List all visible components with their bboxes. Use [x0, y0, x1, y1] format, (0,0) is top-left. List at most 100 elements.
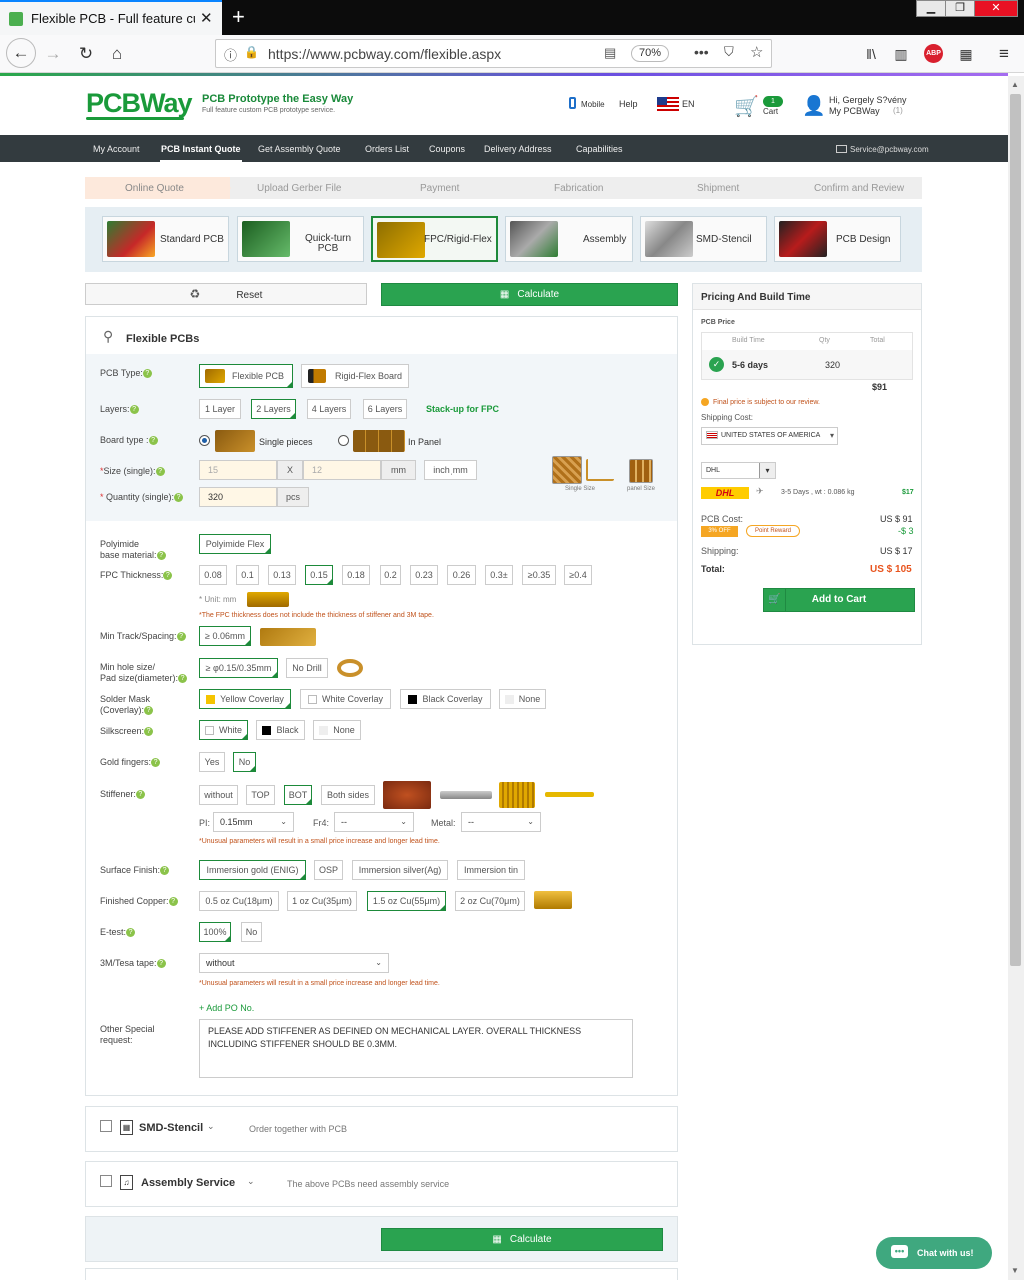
nav-delivery-address[interactable]: Delivery Address	[484, 144, 552, 154]
thickness-option[interactable]: ≥0.4	[564, 565, 592, 585]
stiffener-without[interactable]: without	[199, 785, 238, 805]
cat-assembly[interactable]: Assembly	[505, 216, 633, 262]
layer-4[interactable]: 4 Layers	[307, 399, 351, 419]
help-link[interactable]: Help	[619, 99, 638, 109]
chevron-down-icon[interactable]: ⌄	[207, 1121, 215, 1132]
adblock-icon[interactable]: ABP	[924, 44, 943, 63]
thickness-option[interactable]: 0.26	[447, 565, 476, 585]
fr4-select[interactable]: -- ⌄	[334, 812, 414, 832]
layer-2[interactable]: 2 Layers	[251, 399, 296, 419]
point-reward-badge[interactable]: Point Reward	[746, 525, 800, 537]
copper-1oz[interactable]: 1 oz Cu(35μm)	[287, 891, 357, 911]
home-icon[interactable]: ⌂	[104, 42, 130, 66]
mobile-link[interactable]: Mobile	[581, 100, 605, 109]
thickness-option[interactable]: 0.08	[199, 565, 227, 585]
service-email[interactable]: Service@pcbway.com	[850, 145, 929, 154]
info-icon[interactable]: ⓘ	[224, 45, 237, 64]
thickness-option[interactable]: 0.1	[236, 565, 259, 585]
add-to-cart-button[interactable]: 🛒 Add to Cart	[763, 588, 915, 612]
no-drill-option[interactable]: No Drill	[286, 658, 328, 678]
etest-no[interactable]: No	[241, 922, 262, 942]
nav-orders-list[interactable]: Orders List	[365, 144, 409, 154]
board-panel-radio[interactable]	[338, 435, 349, 446]
assembly-checkbox[interactable]	[100, 1175, 112, 1187]
nav-capabilities[interactable]: Capabilities	[576, 144, 623, 154]
track-option[interactable]: ≥ 0.06mm	[199, 626, 251, 646]
calculate-button[interactable]: ▦ Calculate	[381, 283, 678, 306]
carrier-select[interactable]: DHL ▾	[701, 462, 776, 479]
cart-link[interactable]: Cart	[763, 107, 778, 116]
copper-0-5oz[interactable]: 0.5 oz Cu(18μm)	[199, 891, 279, 911]
nav-coupons[interactable]: Coupons	[429, 144, 465, 154]
thickness-option[interactable]: 0.18	[342, 565, 370, 585]
finish-silver[interactable]: Immersion silver(Ag)	[352, 860, 448, 880]
reset-button[interactable]: ♻ Reset	[85, 283, 367, 305]
cat-quick-turn-pcb[interactable]: Quick-turn PCB	[237, 216, 364, 262]
window-close-icon[interactable]: ✕	[974, 0, 1018, 17]
reload-icon[interactable]: ↻	[73, 42, 99, 66]
mask-black[interactable]: Black Coverlay	[400, 689, 491, 709]
cat-smd-stencil[interactable]: SMD-Stencil	[640, 216, 767, 262]
chevron-down-icon[interactable]: ⌄	[247, 1176, 255, 1187]
gold-yes[interactable]: Yes	[199, 752, 225, 772]
notes-icon[interactable]: ▦	[953, 42, 979, 66]
thickness-option[interactable]: ≥0.35	[522, 565, 556, 585]
sidebar-icon[interactable]: ▥	[888, 42, 914, 66]
smd-stencil-title[interactable]: SMD-Stencil	[139, 1122, 203, 1134]
special-request-textarea[interactable]: PLEASE ADD STIFFENER AS DEFINED ON MECHA…	[199, 1019, 633, 1078]
gold-no[interactable]: No	[233, 752, 256, 772]
chat-widget[interactable]: ••• Chat with us!	[876, 1237, 992, 1269]
thickness-option[interactable]: 0.23	[410, 565, 438, 585]
cart-icon[interactable]: 🛒	[734, 94, 759, 119]
calculate-button-bottom[interactable]: ▦ Calculate	[381, 1228, 663, 1251]
layer-6[interactable]: 6 Layers	[363, 399, 407, 419]
silk-none[interactable]: None	[313, 720, 361, 740]
stackup-link[interactable]: Stack-up for FPC	[426, 404, 499, 414]
scroll-down-icon[interactable]: ▼	[1011, 1266, 1019, 1275]
pi-select[interactable]: 0.15mm ⌄	[213, 812, 294, 832]
browser-tab[interactable]: Flexible PCB - Full feature custo ✕	[0, 0, 222, 35]
metal-select[interactable]: -- ⌄	[461, 812, 541, 832]
hole-option[interactable]: ≥ φ0.15/0.35mm	[199, 658, 278, 678]
bookmark-star-icon[interactable]: ☆	[750, 43, 763, 61]
thickness-option[interactable]: 0.2	[380, 565, 401, 585]
assembly-title[interactable]: Assembly Service	[141, 1177, 235, 1189]
zoom-level[interactable]: 70%	[631, 45, 669, 62]
thickness-option-selected[interactable]: 0.15	[305, 565, 333, 585]
mask-white[interactable]: White Coverlay	[300, 689, 391, 709]
thickness-option[interactable]: 0.3±	[485, 565, 513, 585]
cat-standard-pcb[interactable]: Standard PCB	[102, 216, 229, 262]
stiffener-top[interactable]: TOP	[246, 785, 275, 805]
copper-2oz[interactable]: 2 oz Cu(70μm)	[455, 891, 525, 911]
back-icon[interactable]: ←	[6, 38, 36, 68]
silk-black[interactable]: Black	[256, 720, 305, 740]
country-select[interactable]: UNITED STATES OF AMERICA ▾	[701, 427, 838, 445]
stiffener-bot[interactable]: BOT	[284, 785, 312, 805]
tape-select[interactable]: without ⌄	[199, 953, 389, 973]
address-bar[interactable]: ⓘ 🔒 https://www.pcbway.com/flexible.aspx…	[215, 39, 772, 68]
nav-my-account[interactable]: My Account	[93, 144, 140, 154]
pocket-icon[interactable]: ⛉	[724, 44, 734, 60]
nav-assembly-quote[interactable]: Get Assembly Quote	[258, 144, 341, 154]
language-selector[interactable]: EN	[682, 99, 695, 109]
size-width-input[interactable]: 15	[199, 460, 277, 480]
size-height-input[interactable]: 12	[303, 460, 381, 480]
my-pcbway-link[interactable]: My PCBWay	[829, 106, 880, 116]
finish-osp[interactable]: OSP	[314, 860, 343, 880]
base-polyimide-flex[interactable]: Polyimide Flex	[199, 534, 271, 554]
board-single-radio[interactable]	[199, 435, 210, 446]
pcb-type-rigid-flex[interactable]: Rigid-Flex Board	[301, 364, 409, 388]
scroll-up-icon[interactable]: ▲	[1011, 80, 1019, 89]
new-tab-icon[interactable]: +	[232, 4, 245, 30]
thickness-option[interactable]: 0.13	[268, 565, 296, 585]
page-actions-icon[interactable]: •••	[694, 44, 709, 60]
menu-icon[interactable]: ≡	[991, 42, 1017, 66]
add-po-link[interactable]: + Add PO No.	[199, 1003, 254, 1013]
silk-white[interactable]: White	[199, 720, 248, 740]
reader-view-icon[interactable]: ▤	[604, 45, 616, 61]
library-icon[interactable]: ‖\	[858, 42, 884, 66]
unit-toggle[interactable]: inchˌmm	[424, 460, 477, 480]
scrollbar-thumb[interactable]	[1010, 94, 1021, 966]
finish-enig[interactable]: Immersion gold (ENIG)	[199, 860, 306, 880]
minimize-icon[interactable]: ▁	[916, 0, 946, 17]
